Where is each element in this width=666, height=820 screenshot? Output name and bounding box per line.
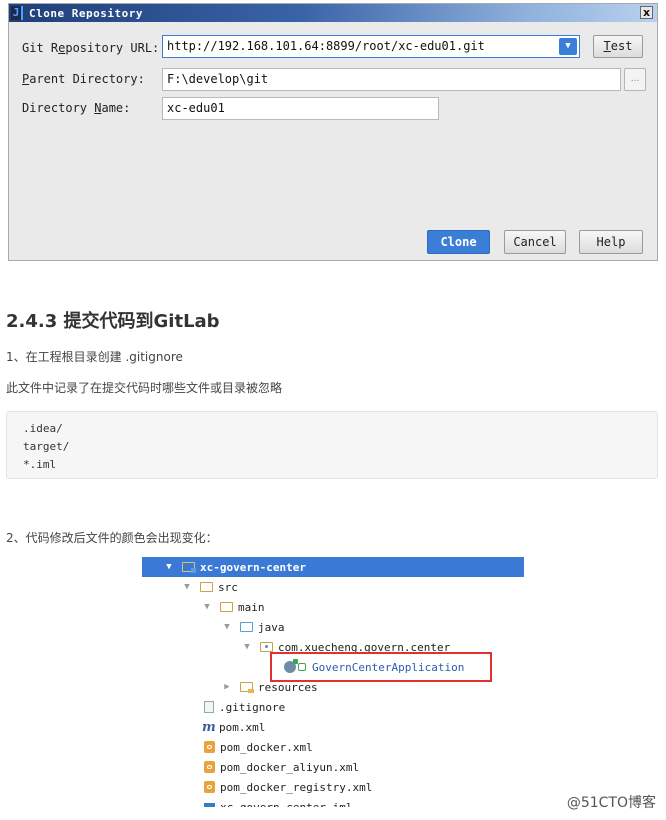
git-url-value: http://192.168.101.64:8899/root/xc-edu01… xyxy=(167,39,485,53)
expand-arrow-icon[interactable]: ▼ xyxy=(180,582,194,592)
expand-arrow-icon[interactable]: ▼ xyxy=(220,622,234,632)
intellij-icon: J xyxy=(11,6,23,20)
watermark: @51CTO博客 xyxy=(566,795,656,811)
directory-name-label: Directory Name: xyxy=(22,101,131,115)
tree-node-root[interactable]: ▼ xc-govern-center xyxy=(142,557,524,577)
tree-node-src[interactable]: ▼ src xyxy=(180,577,238,597)
git-url-label: Git Repository URL: xyxy=(22,41,160,55)
maven-icon: m xyxy=(202,719,216,735)
help-button[interactable]: Help xyxy=(579,230,643,254)
text-file-icon xyxy=(204,701,214,713)
tree-node-label: java xyxy=(258,620,285,634)
tree-node-label: pom.xml xyxy=(219,720,266,734)
tree-node-java[interactable]: ▼ java xyxy=(220,617,285,637)
project-tree: ▼ xc-govern-center ▼ src ▼ main ▼ java ▼… xyxy=(142,557,524,807)
folder-icon xyxy=(220,602,233,612)
tree-node-label: xc-govern-center.iml xyxy=(220,800,353,808)
tree-node-main[interactable]: ▼ main xyxy=(200,597,265,617)
tree-node-label: src xyxy=(218,580,238,594)
description-text: 此文件中记录了在提交代码时哪些文件或目录被忽略 xyxy=(6,381,283,395)
tree-node-pom-docker-registry[interactable]: pom_docker_registry.xml xyxy=(204,777,372,797)
tree-node-gitignore[interactable]: .gitignore xyxy=(204,697,285,717)
tree-node-label: xc-govern-center xyxy=(200,560,306,574)
tree-node-pom-docker[interactable]: pom_docker.xml xyxy=(204,737,313,757)
highlight-box xyxy=(270,652,492,682)
parent-directory-label: Parent Directory: xyxy=(22,72,145,86)
resources-folder-icon xyxy=(240,682,254,693)
cancel-button[interactable]: Cancel xyxy=(504,230,566,254)
git-url-combobox[interactable]: http://192.168.101.64:8899/root/xc-edu01… xyxy=(162,35,580,58)
browse-button[interactable]: ... xyxy=(624,68,646,91)
collapse-arrow-icon[interactable]: ▶ xyxy=(220,682,234,692)
tree-node-pom-docker-aliyun[interactable]: pom_docker_aliyun.xml xyxy=(204,757,359,777)
tree-node-label: pom_docker.xml xyxy=(220,740,313,754)
section-heading: 2.4.3 提交代码到GitLab xyxy=(6,311,220,332)
xml-file-icon xyxy=(204,761,215,773)
clone-repository-dialog: J Clone Repository x Git Repository URL:… xyxy=(8,3,658,261)
directory-name-field[interactable]: xc-edu01 xyxy=(162,97,439,120)
package-icon xyxy=(260,642,273,652)
parent-directory-field[interactable]: F:\develop\git xyxy=(162,68,621,91)
expand-arrow-icon[interactable]: ▼ xyxy=(162,562,176,572)
dialog-title: Clone Repository xyxy=(29,6,143,20)
clone-button[interactable]: Clone xyxy=(427,230,490,254)
code-line: target/ xyxy=(23,440,70,453)
step-1-text: 1、在工程根目录创建 .gitignore xyxy=(6,350,183,364)
code-line: .idea/ xyxy=(23,422,63,435)
close-button[interactable]: x xyxy=(640,6,653,19)
chevron-down-icon[interactable]: ▼ xyxy=(559,38,577,55)
tree-node-label: pom_docker_aliyun.xml xyxy=(220,760,360,774)
folder-icon xyxy=(200,582,213,592)
expand-arrow-icon[interactable]: ▼ xyxy=(240,642,254,652)
dialog-titlebar: J Clone Repository x xyxy=(9,4,657,22)
tree-node-pom[interactable]: m pom.xml xyxy=(202,717,265,737)
gitignore-code-block: .idea/ target/ *.iml xyxy=(6,411,658,479)
tree-node-label: main xyxy=(238,600,265,614)
iml-file-icon xyxy=(204,802,215,807)
xml-file-icon xyxy=(204,781,215,793)
test-button[interactable]: Test xyxy=(593,35,643,58)
tree-node-label: .gitignore xyxy=(219,700,286,714)
tree-node-label: resources xyxy=(258,680,318,694)
tree-node-label: pom_docker_registry.xml xyxy=(220,780,373,794)
tree-node-iml[interactable]: xc-govern-center.iml xyxy=(204,797,352,807)
expand-arrow-icon[interactable]: ▼ xyxy=(200,602,214,612)
code-line: *.iml xyxy=(23,458,57,471)
module-folder-icon xyxy=(182,562,196,573)
source-folder-icon xyxy=(240,622,253,632)
step-2-text: 2、代码修改后文件的颜色会出现变化： xyxy=(6,531,218,545)
xml-file-icon xyxy=(204,741,215,753)
